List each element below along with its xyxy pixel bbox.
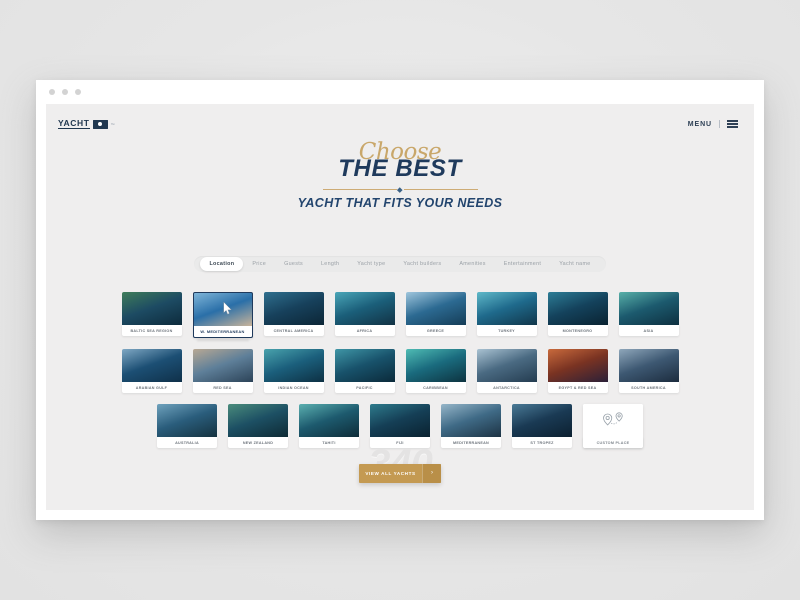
page-viewport: YACHT ™ MENU Choose THE BEST YACHT THAT … [46,104,754,510]
destination-thumbnail [476,349,537,382]
destination-label: MONTENEGRO [547,325,608,336]
destination-card[interactable]: CARIBBEAN [405,349,466,393]
destination-thumbnail [334,349,395,382]
destination-label: ASIA [618,325,679,336]
destination-label: AFRICA [334,325,395,336]
destination-label: ARABIAN GULF [121,382,182,393]
destination-label: INDIAN OCEAN [263,382,324,393]
destination-card[interactable]: EGYPT & RED SEA [547,349,608,393]
destination-card[interactable]: AFRICA [334,292,395,338]
browser-window: YACHT ™ MENU Choose THE BEST YACHT THAT … [36,80,764,520]
filter-tab-yacht-name[interactable]: Yacht name [550,257,599,271]
header-nav-right: MENU [688,120,738,128]
mouse-cursor-icon [223,302,232,315]
destination-card[interactable]: GREECE [405,292,466,338]
hero-main-line: THE BEST [338,155,462,182]
logo-wordmark: YACHT [58,117,90,130]
brand-logo[interactable]: YACHT ™ [58,117,115,130]
destination-card[interactable]: ANTARCTICA [476,349,537,393]
destination-label: PACIFIC [334,382,395,393]
destination-label: TURKEY [476,325,537,336]
custom-place-icon-area [583,404,643,437]
map-pins-route-icon [603,412,623,426]
filter-tab-yacht-builders[interactable]: Yacht builders [394,257,450,271]
destination-label: EGYPT & RED SEA [547,382,608,393]
destination-card[interactable]: RED SEA [192,349,253,393]
filter-tab-track: Location Price Guests Length Yacht type Yacht… [194,256,606,272]
logo-porthole-icon [92,119,108,129]
destination-thumbnail [299,404,359,437]
logo-trademark: ™ [110,121,115,127]
window-dot-minimize[interactable] [62,89,68,95]
destination-card[interactable]: ARABIAN GULF [121,349,182,393]
destination-thumbnail [157,404,217,437]
hamburger-menu-icon[interactable] [727,120,738,128]
destination-label: GREECE [405,325,466,336]
window-dot-close[interactable] [49,89,55,95]
destination-thumbnail [405,349,466,382]
view-all-yachts-label: VIEW ALL YACHTS [365,470,416,476]
destination-grid: BALTIC SEA REGION W. MEDITERRANEAN CENTRAL… [46,292,754,459]
filter-tab-guests[interactable]: Guests [275,257,312,271]
filter-tab-amenities[interactable]: Amenities [450,257,494,271]
hero-divider-rule [322,185,478,194]
filter-tab-length[interactable]: Length [312,257,348,271]
destination-label: RED SEA [192,382,253,393]
destination-thumbnail [334,292,395,325]
chevron-right-icon: › [422,463,441,483]
destination-label: CARIBBEAN [405,382,466,393]
browser-titlebar [36,80,764,104]
destination-row-1: BALTIC SEA REGION W. MEDITERRANEAN CENTRAL… [46,292,754,338]
filter-tab-entertainment[interactable]: Entertainment [495,257,550,271]
menu-label[interactable]: MENU [688,121,712,128]
destination-card[interactable]: ASIA [618,292,679,338]
destination-thumbnail [618,292,679,325]
destination-thumbnail [192,292,253,326]
destination-card[interactable]: PACIFIC [334,349,395,393]
destination-label: CENTRAL AMERICA [263,325,324,336]
destination-card[interactable]: CENTRAL AMERICA [263,292,324,338]
destination-thumbnail [476,292,537,325]
destination-card[interactable]: MONTENEGRO [547,292,608,338]
destination-thumbnail [547,292,608,325]
destination-thumbnail [370,404,430,437]
destination-card[interactable]: BALTIC SEA REGION [121,292,182,338]
destination-card[interactable]: SOUTH AMERICA [618,349,679,393]
hero-headline: Choose THE BEST YACHT THAT FITS YOUR NEE… [46,140,754,211]
destination-label: W. MEDITERRANEAN [192,326,253,338]
destination-thumbnail [512,404,572,437]
window-dot-maximize[interactable] [75,89,81,95]
destination-thumbnail [263,349,324,382]
site-header: YACHT ™ MENU [46,104,754,144]
destination-card[interactable]: W. MEDITERRANEAN [192,292,253,338]
hero-sub-line: YACHT THAT FITS YOUR NEEDS [297,196,503,210]
destination-thumbnail [405,292,466,325]
destination-thumbnail [121,349,182,382]
destination-card[interactable]: INDIAN OCEAN [263,349,324,393]
destination-thumbnail [441,404,501,437]
filter-tab-yacht-type[interactable]: Yacht type [348,257,394,271]
filter-tab-price[interactable]: Price [243,257,275,271]
destination-label: ANTARCTICA [476,382,537,393]
filter-tabs: Location Price Guests Length Yacht type Yacht… [46,256,754,272]
menu-divider [719,120,720,128]
destination-thumbnail [547,349,608,382]
destination-card[interactable]: TURKEY [476,292,537,338]
destination-row-2: ARABIAN GULF RED SEA INDIAN OCEAN PACIFIC CA… [46,349,754,393]
cta-section: 340 VIEW ALL YACHTS › [46,442,754,504]
destination-label: BALTIC SEA REGION [121,325,182,336]
destination-thumbnail [263,292,324,325]
diamond-icon [396,186,404,193]
filter-tab-location[interactable]: Location [200,257,244,271]
view-all-yachts-button[interactable]: VIEW ALL YACHTS › [359,463,441,483]
destination-label: SOUTH AMERICA [618,382,679,393]
destination-thumbnail [192,349,253,382]
destination-thumbnail [618,349,679,382]
destination-thumbnail [228,404,288,437]
destination-thumbnail [121,292,182,325]
